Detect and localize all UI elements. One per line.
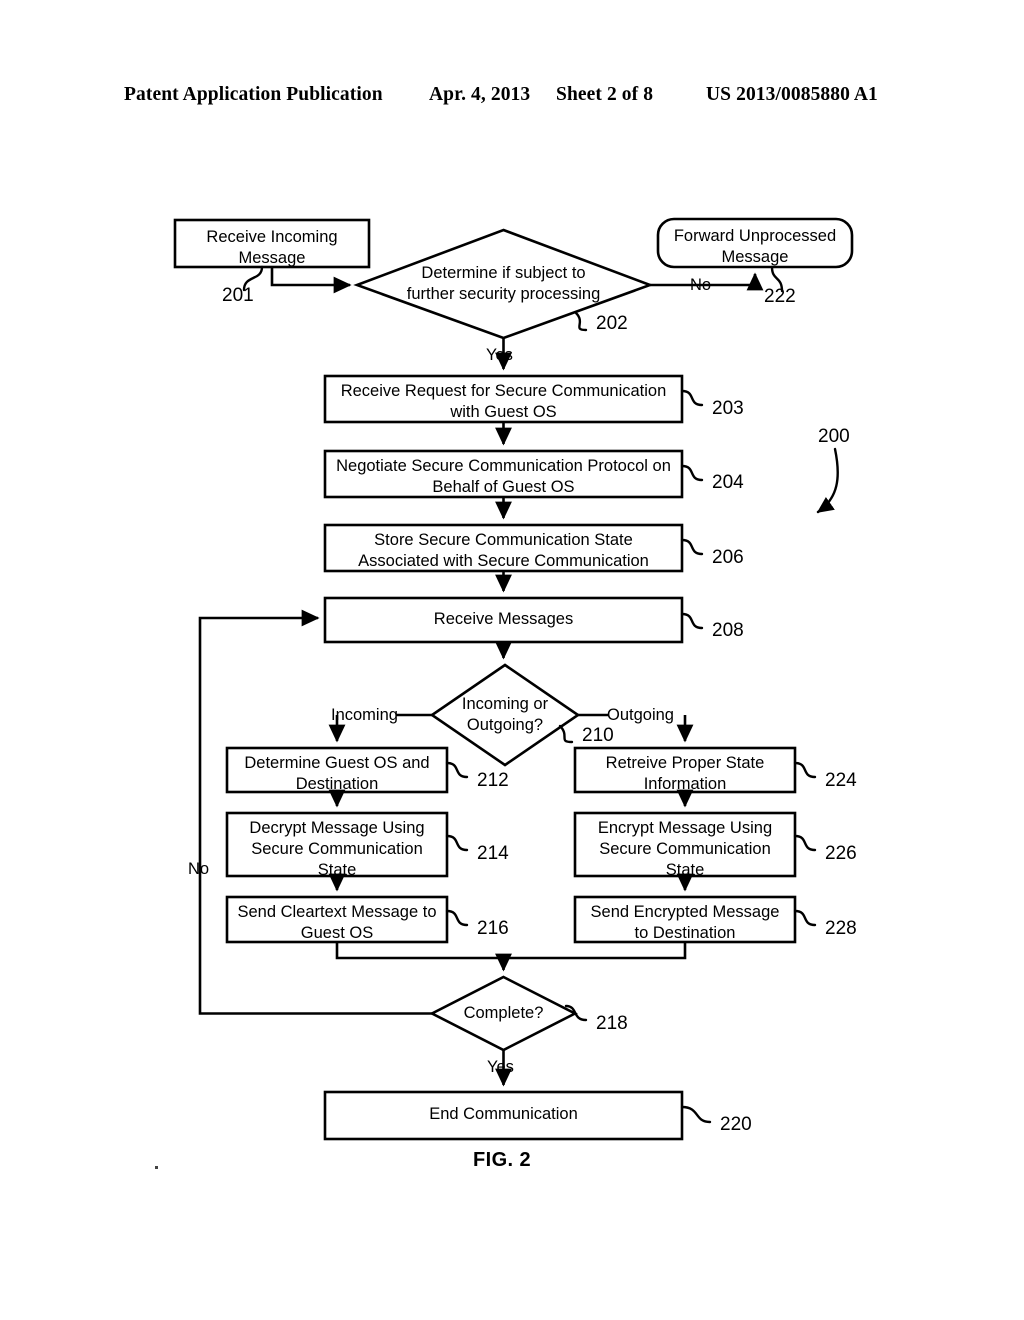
ref-numeral-210: 210: [582, 725, 614, 746]
ref-numeral-208: 208: [712, 620, 744, 641]
edge-label-202-yes: Yes: [486, 346, 513, 364]
ref-numeral-218: 218: [596, 1013, 628, 1034]
node-222-shape: [656, 217, 854, 269]
leader-214: [445, 834, 469, 852]
leader-226: [793, 834, 817, 852]
ref-numeral-214: 214: [477, 843, 509, 864]
leader-224: [793, 761, 817, 779]
node-203-shape: [323, 374, 684, 424]
ref-numeral-206: 206: [712, 547, 744, 568]
leader-212: [445, 761, 469, 779]
edge-216-merge: [335, 942, 504, 960]
leader-206: [680, 538, 704, 556]
ref-numeral-204: 204: [712, 472, 744, 493]
leader-228: [793, 909, 817, 927]
node-214-shape: [225, 811, 449, 878]
edge-label-202-no: No: [690, 276, 712, 294]
ref-numeral-216: 216: [477, 918, 509, 939]
ref-numeral-222: 222: [764, 286, 796, 307]
ref-numeral-201: 201: [222, 285, 254, 306]
leader-203: [680, 389, 704, 407]
node-218-shape: [429, 975, 578, 1052]
node-220-shape: [323, 1090, 684, 1141]
edge-label-210-outgoing: Outgoing: [607, 706, 674, 724]
ref-numeral-224: 224: [825, 770, 857, 791]
leader-200-curve: [816, 447, 839, 514]
node-210-shape: [429, 663, 581, 767]
edge-201-to-202: [270, 267, 352, 294]
node-226-shape: [573, 811, 797, 878]
node-206-shape: [323, 523, 684, 573]
ref-numeral-226: 226: [825, 843, 857, 864]
edge-228-merge: [503, 942, 687, 960]
node-212-shape: [225, 746, 449, 794]
node-216-shape: [225, 895, 449, 944]
ref-numeral-203: 203: [712, 398, 744, 419]
ref-numeral-212: 212: [477, 770, 509, 791]
node-228-shape: [573, 895, 797, 944]
node-201-shape: [173, 218, 371, 269]
leader-208: [680, 612, 704, 630]
leader-210: [558, 724, 574, 744]
figure-caption: FIG. 2: [473, 1149, 531, 1171]
leader-220: [680, 1105, 712, 1124]
leader-204: [680, 464, 704, 482]
ref-numeral-228: 228: [825, 918, 857, 939]
ref-numeral-200: 200: [818, 426, 850, 447]
ref-numeral-202: 202: [596, 313, 628, 334]
leader-202: [574, 311, 588, 332]
flowchart-canvas: [173, 217, 854, 1141]
patent-figure-page: Patent Application Publication Apr. 4, 2…: [0, 0, 1024, 1320]
scan-artifact: [155, 1166, 158, 1169]
edge-label-218-no: No: [188, 860, 210, 878]
edge-label-218-yes: Yes: [487, 1058, 514, 1076]
node-204-shape: [323, 449, 684, 499]
edge-label-210-incoming: Incoming: [331, 706, 398, 724]
leader-216: [445, 909, 469, 927]
ref-numeral-220: 220: [720, 1114, 752, 1135]
node-224-shape: [573, 746, 797, 794]
node-208-shape: [323, 596, 684, 644]
